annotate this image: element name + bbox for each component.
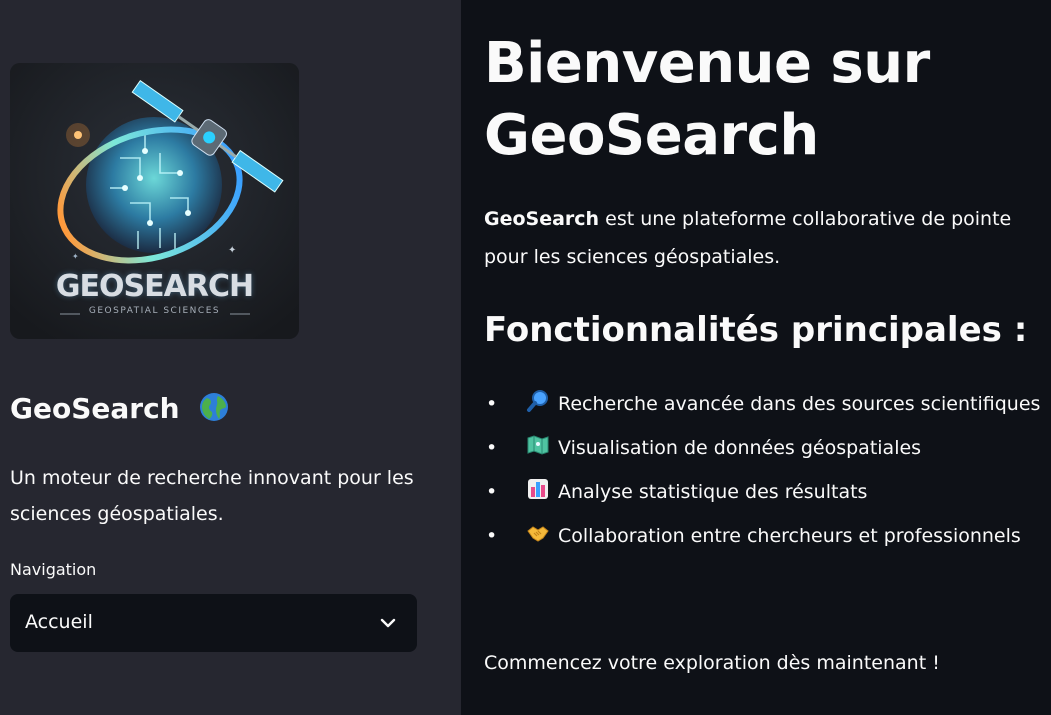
bullet: • [486, 393, 498, 415]
app-root: ✦ ✦ GEOSEARCH GEOSPATIAL SCIENCES GeoSea… [0, 0, 1051, 715]
bar-chart-icon [526, 477, 552, 514]
logo-wordmark: GEOSEARCH [55, 269, 254, 304]
call-to-action-text: Commencez votre exploration dès maintena… [484, 652, 940, 674]
feature-item-analyse: • Analyse statistique des résultats [484, 474, 1044, 514]
intro-paragraph: GeoSearch est une plateforme collaborati… [484, 200, 1044, 276]
sidebar-title: GeoSearch [10, 392, 430, 429]
sidebar: ✦ ✦ GEOSEARCH GEOSPATIAL SCIENCES GeoSea… [0, 0, 461, 715]
bullet: • [486, 525, 498, 547]
chevron-down-icon [379, 614, 397, 632]
navigation-label: Navigation [10, 560, 97, 579]
handshake-icon [526, 521, 552, 558]
intro-brand: GeoSearch [484, 208, 600, 230]
feature-label: Visualisation de données géospatiales [558, 437, 922, 459]
bullet: • [486, 481, 498, 503]
page-title: Bienvenue sur GeoSearch [484, 31, 930, 168]
magnifier-icon [526, 389, 552, 426]
svg-text:✦: ✦ [72, 252, 79, 261]
svg-text:✦: ✦ [228, 245, 236, 256]
map-icon [526, 433, 552, 470]
logo-tagline: GEOSPATIAL SCIENCES [88, 306, 221, 316]
bullet: • [486, 437, 498, 459]
features-list: • Recherche avancée dans des sources sci… [484, 386, 1044, 562]
features-heading: Fonctionnalités principales : [484, 310, 1028, 350]
feature-item-visualisation: • Visualisation de données géospatiales [484, 430, 1044, 470]
feature-label: Analyse statistique des résultats [558, 481, 868, 503]
navigation-selected-value: Accueil [25, 611, 93, 633]
feature-label: Recherche avancée dans des sources scien… [558, 393, 1041, 415]
globe-icon [199, 392, 229, 429]
navigation-select[interactable]: Accueil [10, 594, 417, 652]
feature-label: Collaboration entre chercheurs et profes… [558, 525, 1021, 547]
sidebar-title-text: GeoSearch [10, 392, 180, 425]
sidebar-description: Un moteur de recherche innovant pour les… [10, 467, 414, 525]
main-content: Bienvenue sur GeoSearch GeoSearch est un… [461, 0, 1051, 715]
feature-item-search: • Recherche avancée dans des sources sci… [484, 386, 1044, 426]
geosearch-logo: ✦ ✦ GEOSEARCH GEOSPATIAL SCIENCES [10, 63, 299, 339]
feature-item-collaboration: • Collaboration entre chercheurs et prof… [484, 518, 1044, 558]
